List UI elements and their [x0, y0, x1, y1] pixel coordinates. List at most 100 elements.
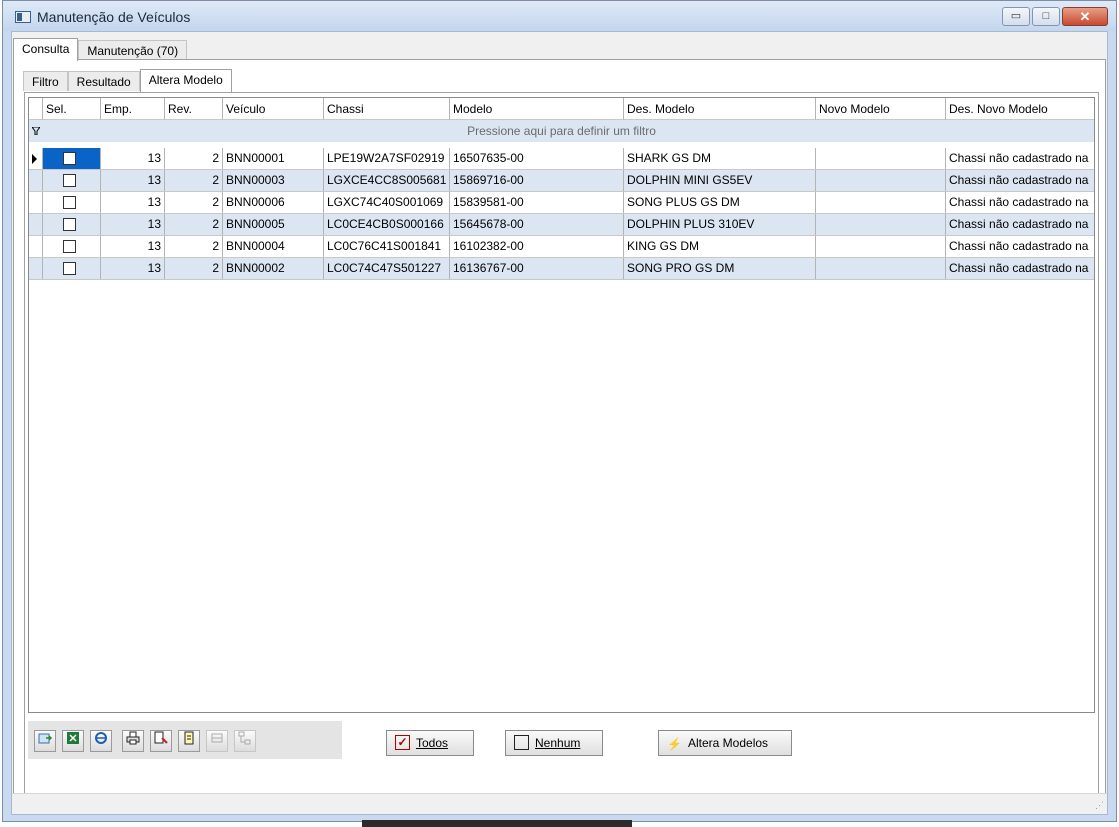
col-modelo[interactable]: Modelo: [450, 98, 624, 120]
col-sel[interactable]: Sel.: [43, 98, 101, 120]
col-rev[interactable]: Rev.: [165, 98, 223, 120]
row-select[interactable]: [43, 214, 101, 235]
expand-icon: [206, 730, 228, 752]
tab-altera-modelo[interactable]: Altera Modelo: [139, 69, 232, 92]
cell-emp: 13: [101, 192, 165, 213]
maximize-button[interactable]: □: [1032, 7, 1060, 26]
close-button[interactable]: ✕: [1062, 7, 1108, 26]
grid-header: Sel. Emp. Rev. Veículo Chassi Modelo Des…: [29, 98, 1094, 120]
cell-modelo: 16136767-00: [450, 258, 624, 279]
window-title: Manutenção de Veículos: [37, 9, 191, 25]
col-novo-modelo[interactable]: Novo Modelo: [816, 98, 946, 120]
app-icon: [15, 11, 31, 23]
filter-row[interactable]: Pressione aqui para definir um filtro: [29, 120, 1094, 142]
col-chassi[interactable]: Chassi: [324, 98, 450, 120]
cell-modelo: 16507635-00: [450, 148, 624, 169]
row-indicator[interactable]: [29, 258, 43, 279]
cell-veiculo: BNN00006: [223, 192, 324, 213]
vehicles-grid[interactable]: Sel. Emp. Rev. Veículo Chassi Modelo Des…: [28, 97, 1095, 713]
col-veiculo[interactable]: Veículo: [223, 98, 324, 120]
header-indicator: [29, 98, 43, 120]
client-area: Consulta Manutenção (70) Filtro Resultad…: [11, 31, 1108, 815]
cell-chassi: LC0CE4CB0S000166: [324, 214, 450, 235]
grid-toolbar: [28, 721, 342, 759]
nenhum-button[interactable]: Nenhum: [505, 730, 603, 756]
cell-emp: 13: [101, 170, 165, 191]
cell-modelo: 16102382-00: [450, 236, 624, 257]
select-checkbox[interactable]: [63, 152, 76, 165]
current-row-indicator-icon: [32, 154, 37, 164]
select-checkbox[interactable]: [63, 240, 76, 253]
cell-rev: 2: [165, 236, 223, 257]
cell-emp: 13: [101, 148, 165, 169]
todos-button[interactable]: ✓ Todos: [386, 730, 474, 756]
tab-consulta[interactable]: Consulta: [13, 38, 79, 61]
cell-des-novo-modelo: Chassi não cadastrado na: [949, 151, 1089, 165]
copy-icon[interactable]: [178, 730, 200, 752]
cell-emp: 13: [101, 236, 165, 257]
cell-des-modelo: SHARK GS DM: [624, 148, 816, 169]
select-checkbox[interactable]: [63, 174, 76, 187]
cell-rev: 2: [165, 148, 223, 169]
tab-manutencao[interactable]: Manutenção (70): [78, 40, 188, 60]
select-checkbox[interactable]: [63, 196, 76, 209]
todos-label: Todos: [416, 736, 449, 750]
export-icon[interactable]: [34, 730, 56, 752]
row-indicator[interactable]: [29, 214, 43, 235]
row-select[interactable]: [43, 148, 101, 169]
row-indicator[interactable]: [29, 192, 43, 213]
cell-chassi: LC0C74C47S501227: [324, 258, 450, 279]
row-select[interactable]: [43, 258, 101, 279]
cell-rev: 2: [165, 192, 223, 213]
print-icon[interactable]: [122, 730, 144, 752]
table-row[interactable]: 13 2 BNN00003 LGXCE4CC8S005681 15869716-00 DO…: [29, 170, 1094, 192]
row-indicator[interactable]: [29, 148, 43, 169]
table-row[interactable]: 13 2 BNN00002 LC0C74C47S501227 16136767-00 SO…: [29, 258, 1094, 280]
tab-resultado[interactable]: Resultado: [67, 71, 140, 91]
cell-des-modelo: DOLPHIN PLUS 310EV: [624, 214, 816, 235]
browser-icon[interactable]: [90, 730, 112, 752]
cell-emp: 13: [101, 214, 165, 235]
select-checkbox[interactable]: [63, 218, 76, 231]
cell-rev: 2: [165, 214, 223, 235]
row-indicator[interactable]: [29, 236, 43, 257]
table-row[interactable]: 13 2 BNN00006 LGXC74C40S001069 15839581-00 SO…: [29, 192, 1094, 214]
select-checkbox[interactable]: [63, 262, 76, 275]
minimize-button[interactable]: ▭: [1002, 7, 1030, 26]
cell-modelo: 15839581-00: [450, 192, 624, 213]
col-des-novo-modelo[interactable]: Des. Novo Modelo: [946, 98, 1094, 120]
row-indicator[interactable]: [29, 170, 43, 191]
cell-veiculo: BNN00001: [223, 148, 324, 169]
cell-veiculo: BNN00004: [223, 236, 324, 257]
main-window: Manutenção de Veículos ▭ □ ✕ Consulta Ma…: [2, 0, 1117, 822]
cell-emp: 13: [101, 258, 165, 279]
cell-modelo: 15869716-00: [450, 170, 624, 191]
tab-filtro[interactable]: Filtro: [23, 71, 68, 91]
col-des-modelo[interactable]: Des. Modelo: [624, 98, 816, 120]
status-bar: ⋰: [12, 793, 1107, 814]
row-select[interactable]: [43, 192, 101, 213]
row-select[interactable]: [43, 236, 101, 257]
table-row[interactable]: 13 2 BNN00004 LC0C76C41S001841 16102382-00 KI…: [29, 236, 1094, 258]
title-bar[interactable]: Manutenção de Veículos ▭ □ ✕: [3, 1, 1116, 31]
altera-modelo-panel: Sel. Emp. Rev. Veículo Chassi Modelo Des…: [24, 92, 1099, 801]
cell-veiculo: BNN00003: [223, 170, 324, 191]
lightning-icon: ⚡: [667, 736, 682, 751]
checked-icon: ✓: [395, 735, 410, 751]
table-row[interactable]: 13 2 BNN00005 LC0CE4CB0S000166 15645678-00 DO…: [29, 214, 1094, 236]
main-tabs: Consulta Manutenção (70): [13, 38, 188, 61]
cell-des-novo-modelo: Chassi não cadastrado na: [949, 217, 1089, 231]
cell-des-novo-modelo: Chassi não cadastrado na: [949, 173, 1089, 187]
print-preview-icon[interactable]: [150, 730, 172, 752]
cell-chassi: LC0C76C41S001841: [324, 236, 450, 257]
cell-veiculo: BNN00002: [223, 258, 324, 279]
cell-chassi: LPE19W2A7SF02919: [324, 148, 450, 169]
altera-modelos-button[interactable]: ⚡ Altera Modelos: [658, 730, 792, 756]
resize-grip-icon[interactable]: ⋰: [1095, 800, 1104, 811]
tree-icon: [234, 730, 256, 752]
cell-novo-modelo: [816, 236, 946, 257]
excel-icon[interactable]: [62, 730, 84, 752]
table-row[interactable]: 13 2 BNN00001 LPE19W2A7SF02919 16507635-00 SH…: [29, 148, 1094, 170]
col-emp[interactable]: Emp.: [101, 98, 165, 120]
row-select[interactable]: [43, 170, 101, 191]
